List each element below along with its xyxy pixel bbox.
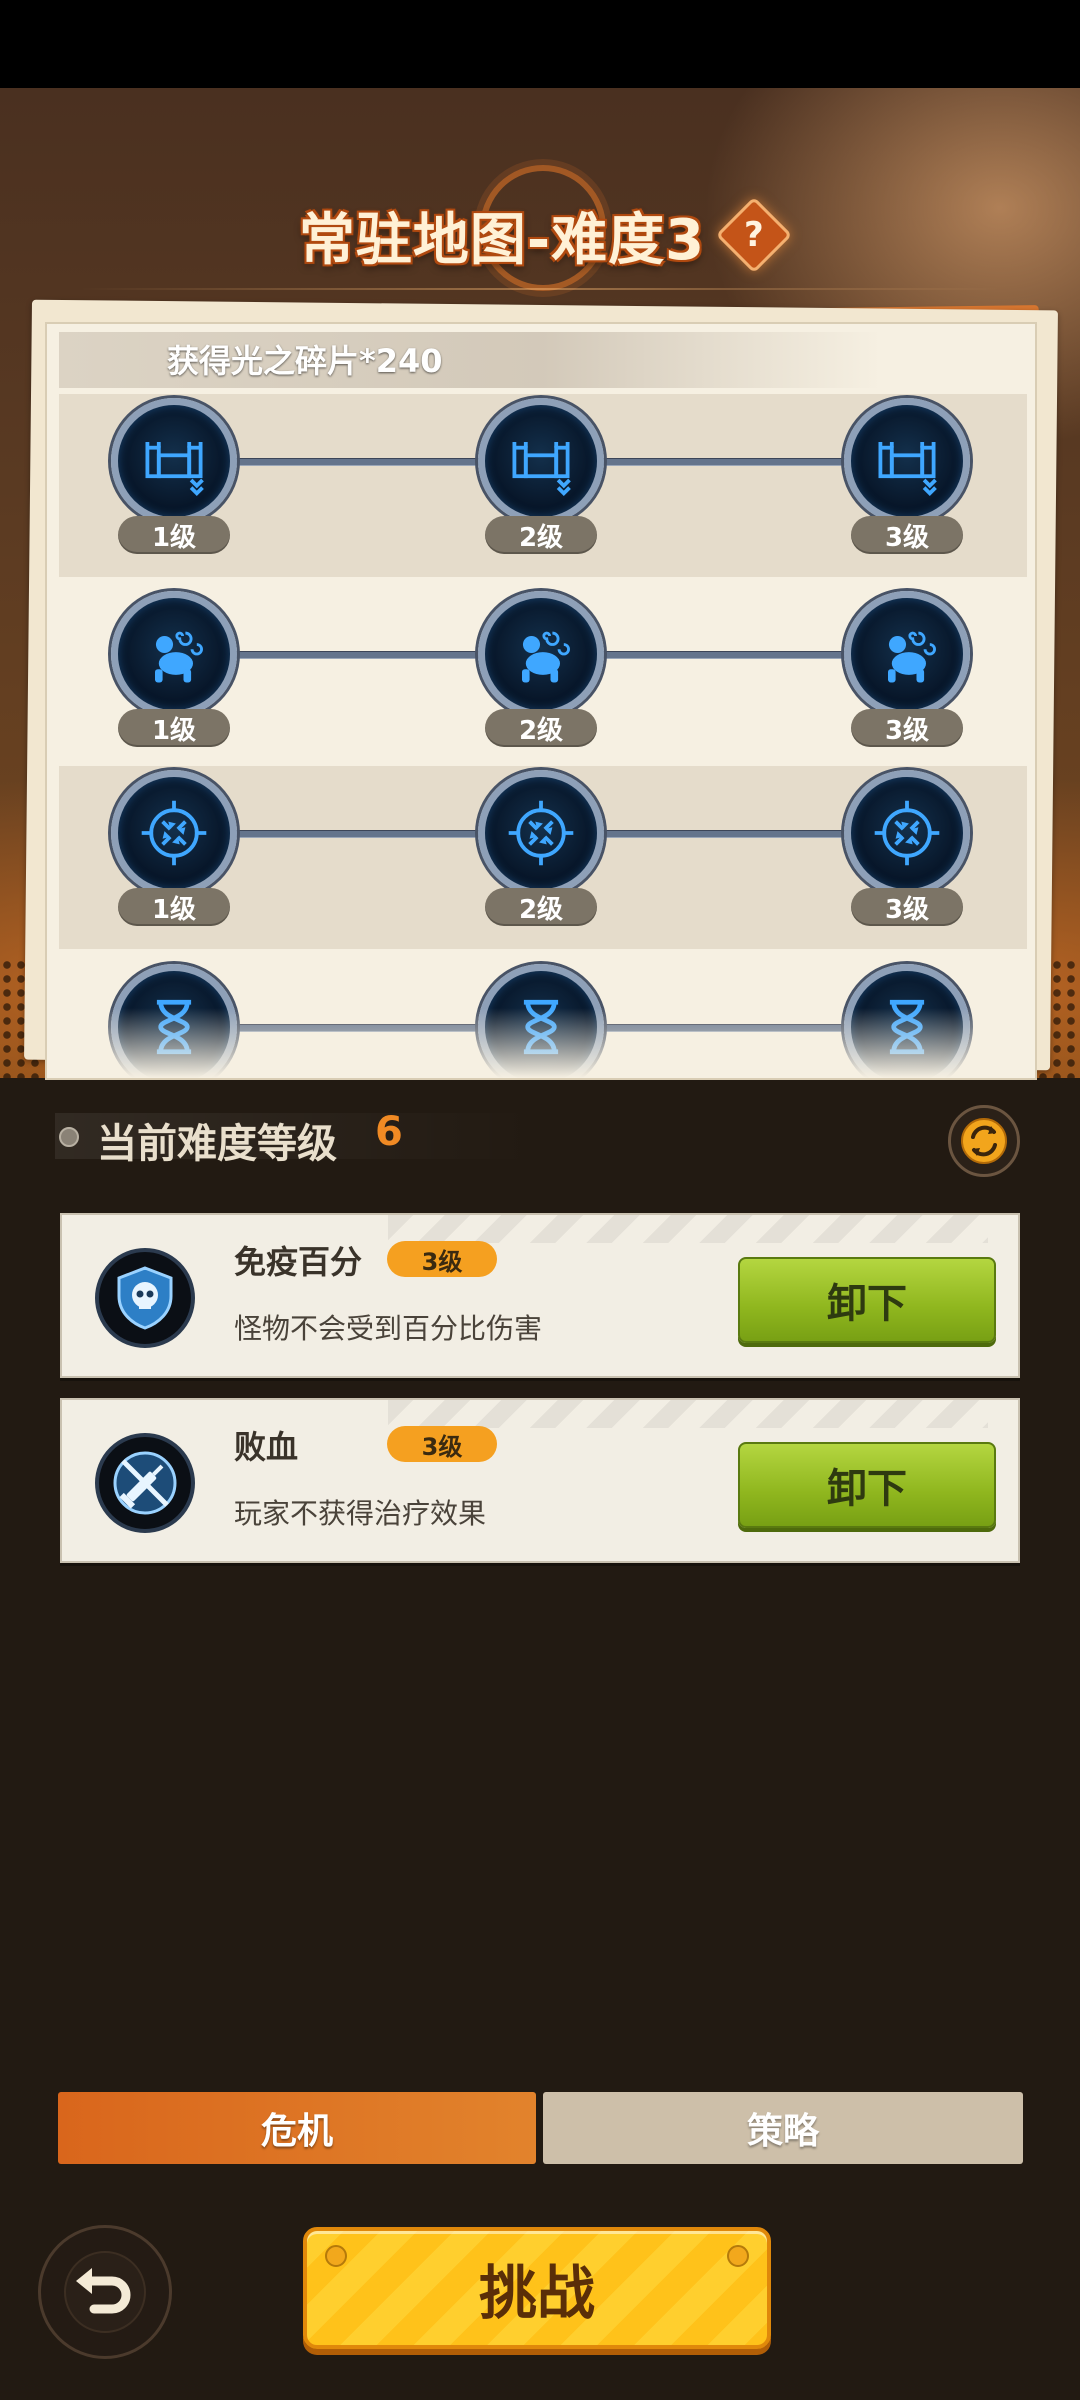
level-pill: 2级 (485, 709, 597, 747)
difficulty-value: 6 (375, 1109, 403, 1155)
level-pill: 3级 (851, 516, 963, 554)
level-pill: 1级 (118, 516, 230, 554)
crouching-monkey-icon[interactable] (111, 591, 237, 717)
crisis-row: 1级 2级 3级 (59, 587, 1027, 770)
back-arrow-icon (64, 2251, 146, 2333)
level-pill: 3级 (851, 709, 963, 747)
modifier-description: 玩家不获得治疗效果 (234, 1497, 487, 1530)
challenge-button[interactable]: 挑战 (303, 2227, 771, 2349)
fortress-down-icon[interactable] (478, 398, 604, 524)
crosshair-icon[interactable] (478, 770, 604, 896)
fortress-down-icon[interactable] (111, 398, 237, 524)
level-pill: 2级 (485, 516, 597, 554)
bullet-icon (59, 1127, 79, 1147)
level-pill: 1级 (118, 888, 230, 926)
status-bar (0, 0, 1080, 88)
crosshair-icon[interactable] (111, 770, 237, 896)
difficulty-label: 当前难度等级 (97, 1121, 337, 1167)
bolt-icon (325, 2245, 347, 2267)
difficulty-level-row: 当前难度等级 6 (55, 1105, 1020, 1177)
level-pill: 3级 (851, 888, 963, 926)
modifier-card: 败血 3级 玩家不获得治疗效果 卸下 (60, 1398, 1020, 1563)
unequip-button[interactable]: 卸下 (738, 1257, 996, 1343)
modifier-description: 怪物不会受到百分比伤害 (234, 1312, 543, 1345)
no-syringe-icon (95, 1433, 195, 1533)
level-pill: 1级 (118, 709, 230, 747)
tab-crisis[interactable]: 危机 (58, 2092, 536, 2164)
title-bar: 常驻地图-难度3 ? (0, 180, 1080, 290)
level-pill: 2级 (485, 888, 597, 926)
modifier-level-badge: 3级 (387, 1241, 497, 1277)
crisis-tree-panel[interactable]: 获得光之碎片*240 1级 2级 3级 1级 2级 3级 1级 2级 3级 (45, 322, 1037, 1080)
modifier-name: 免疫百分 (234, 1243, 363, 1281)
crouching-monkey-icon[interactable] (478, 591, 604, 717)
bolt-icon (727, 2245, 749, 2267)
refresh-icon (961, 1118, 1007, 1164)
refresh-button[interactable] (948, 1105, 1020, 1177)
modifier-card: 免疫百分 3级 怪物不会受到百分比伤害 卸下 (60, 1213, 1020, 1378)
fortress-down-icon[interactable] (844, 398, 970, 524)
crouching-monkey-icon[interactable] (844, 591, 970, 717)
page-title: 常驻地图-难度3 (298, 207, 706, 273)
crisis-row: 1级 2级 3级 (59, 766, 1027, 949)
crosshair-icon[interactable] (844, 770, 970, 896)
question-icon: ? (744, 214, 764, 255)
back-button[interactable] (38, 2225, 172, 2359)
unequip-button[interactable]: 卸下 (738, 1442, 996, 1528)
modifier-level-badge: 3级 (387, 1426, 497, 1462)
skull-shield-icon (95, 1248, 195, 1348)
reward-text: 获得光之碎片*240 (167, 342, 443, 380)
tab-strategy[interactable]: 策略 (543, 2092, 1023, 2164)
modifier-name: 败血 (234, 1428, 299, 1466)
challenge-label: 挑战 (478, 2259, 595, 2327)
crisis-row: 1级 2级 3级 (59, 394, 1027, 577)
help-button[interactable]: ? (715, 196, 793, 274)
